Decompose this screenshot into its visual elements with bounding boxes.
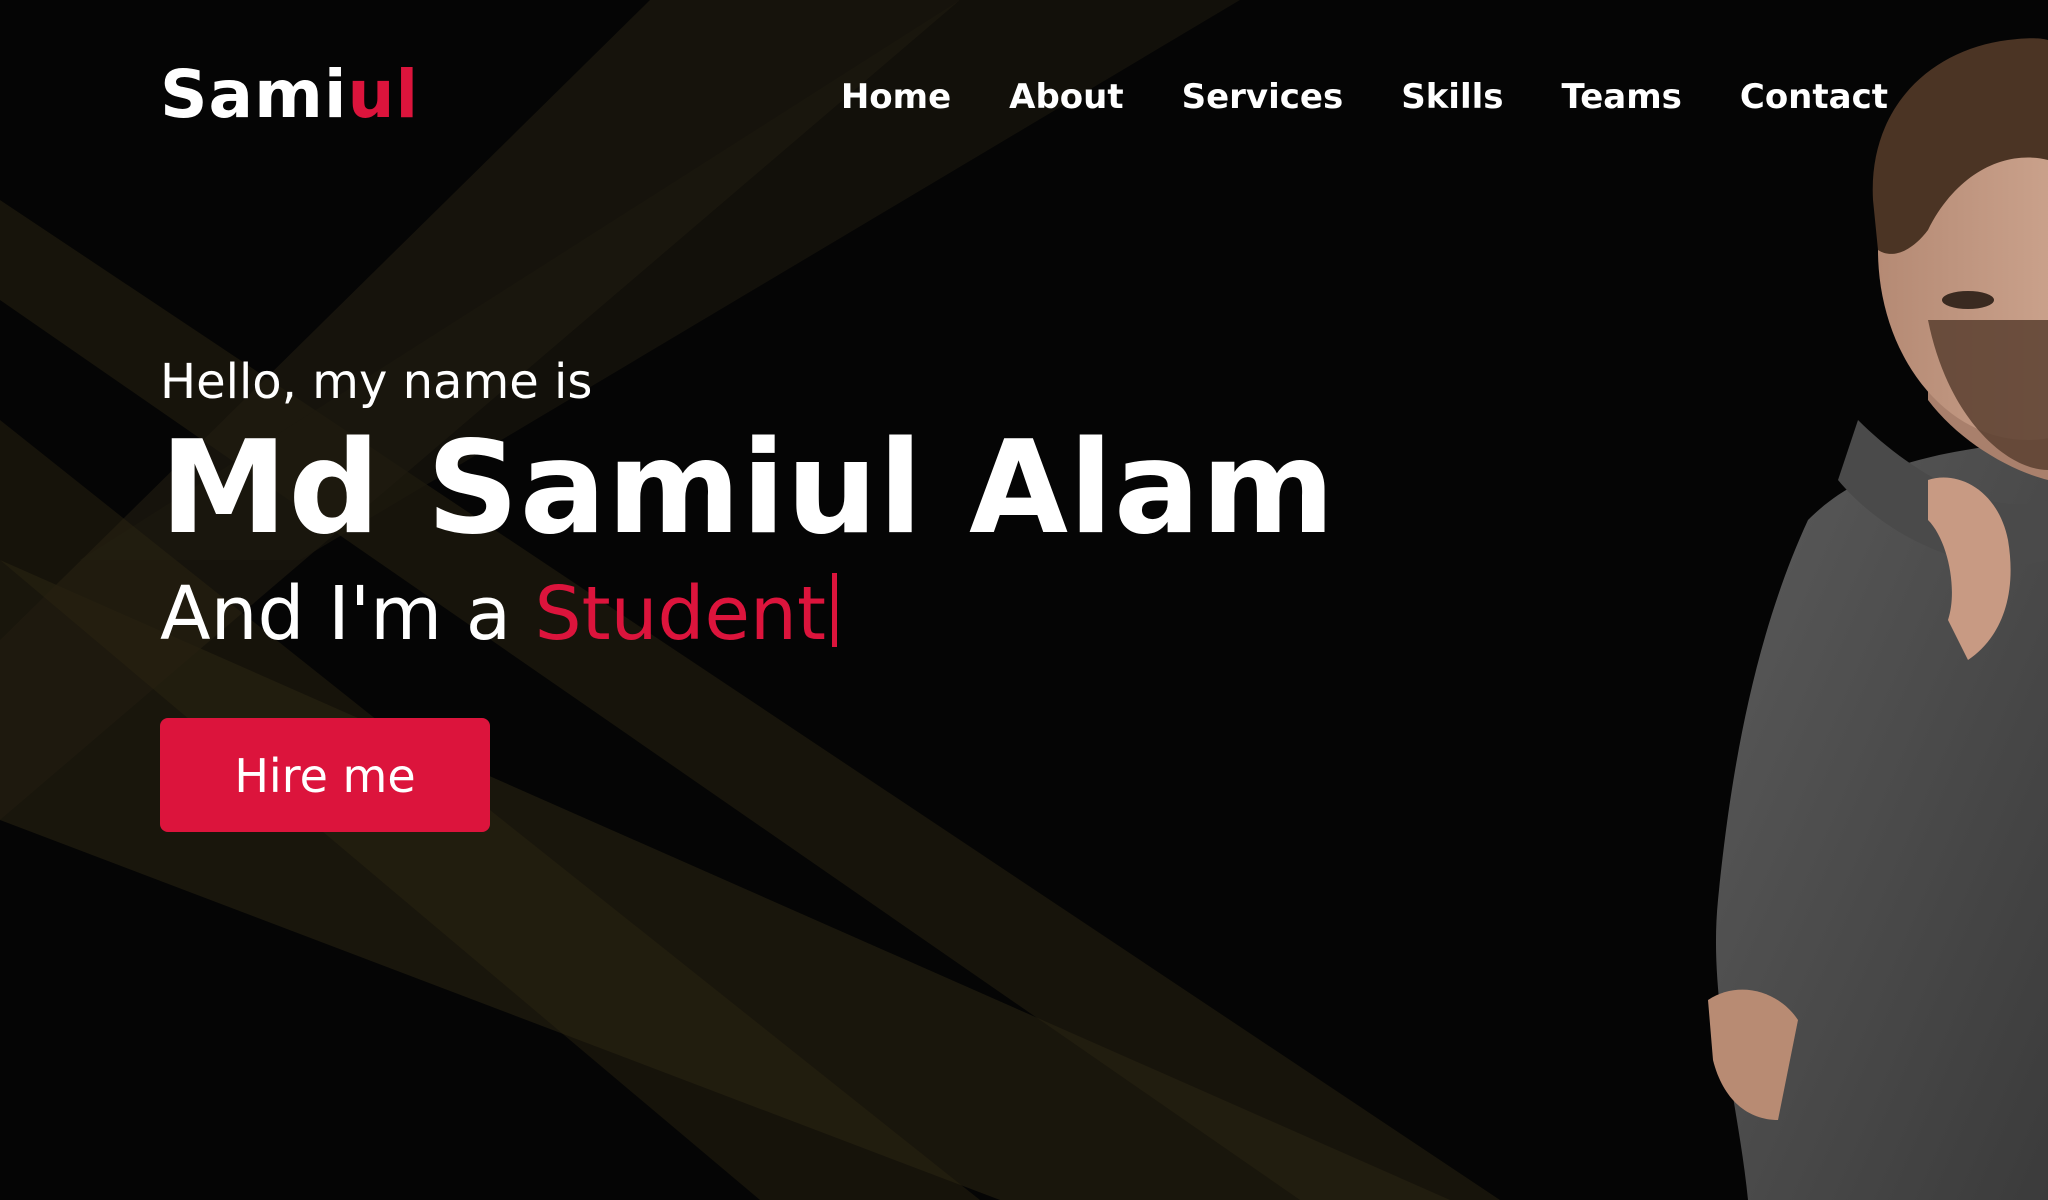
- nav-item-contact: Contact: [1740, 80, 1888, 114]
- nav-item-services: Services: [1182, 80, 1344, 114]
- nav-item-home: Home: [841, 80, 951, 114]
- hero-role-prefix: And I'm a: [160, 571, 512, 657]
- nav-link-services[interactable]: Services: [1182, 77, 1344, 117]
- navbar: Samiul Home About Services Skills Teams …: [0, 0, 2048, 200]
- logo-accent-text: ul: [347, 56, 420, 133]
- nav-item-about: About: [1009, 80, 1123, 114]
- nav-link-home[interactable]: Home: [841, 77, 951, 117]
- logo[interactable]: Samiul: [160, 62, 419, 128]
- hero-role-word: Student: [534, 571, 826, 657]
- hire-me-button[interactable]: Hire me: [160, 718, 490, 832]
- logo-text: Sami: [160, 56, 348, 133]
- nav-item-teams: Teams: [1562, 80, 1682, 114]
- nav-link-teams[interactable]: Teams: [1562, 77, 1682, 117]
- nav-link-skills[interactable]: Skills: [1401, 77, 1503, 117]
- nav-link-contact[interactable]: Contact: [1740, 77, 1888, 117]
- nav-link-about[interactable]: About: [1009, 77, 1123, 117]
- page: Samiul Home About Services Skills Teams …: [0, 0, 2048, 1200]
- hero-role-line: And I'm a Student: [160, 564, 1336, 664]
- hero-greeting: Hello, my name is: [160, 354, 593, 410]
- typing-cursor: [831, 573, 837, 647]
- hero-name: Md Samiul Alam: [160, 414, 1336, 563]
- hero-section: Hello, my name is Md Samiul Alam And I'm…: [160, 352, 1336, 832]
- nav-item-skills: Skills: [1401, 80, 1503, 114]
- nav-menu: Home About Services Skills Teams Contact: [841, 80, 1888, 114]
